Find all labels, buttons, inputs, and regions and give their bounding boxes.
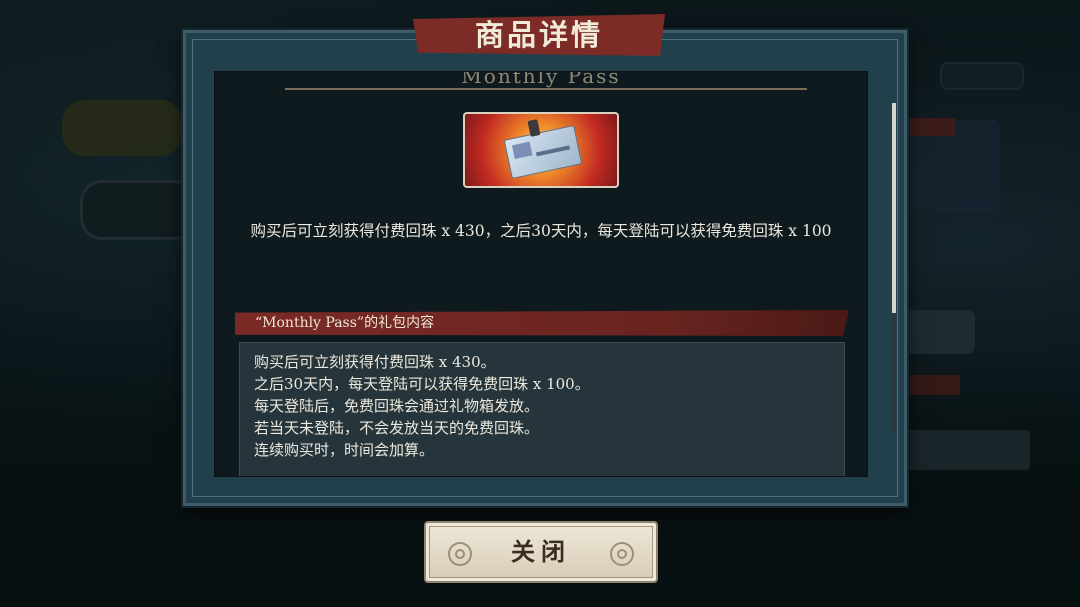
pass-clip-shape	[527, 119, 541, 137]
close-button-label: 关闭	[511, 537, 571, 566]
dialog-title: 商品详情	[474, 18, 603, 52]
detail-line: 若当天未登陆，不会发放当天的免费回珠。	[254, 419, 540, 437]
pass-card-shape	[503, 124, 583, 180]
monthly-pass-card-icon	[463, 112, 619, 188]
product-description: 购买后可立刻获得付费回珠 x 430，之后30天内，每天登陆可以获得免费回珠 x…	[250, 222, 832, 240]
divider	[285, 88, 807, 90]
dialog-content-panel[interactable]: Monthly Pass 购买后可立刻获得付费回珠 x 430，之后30天内，每…	[214, 71, 868, 477]
section-header-title: “Monthly Pass”的礼包内容	[255, 315, 435, 331]
product-detail-dialog: Monthly Pass 购买后可立刻获得付费回珠 x 430，之后30天内，每…	[183, 30, 907, 506]
product-name: Monthly Pass	[461, 71, 621, 88]
detail-line: 每天登陆后，免费回珠会通过礼物箱发放。	[254, 397, 540, 415]
scrollbar-thumb[interactable]	[892, 103, 896, 313]
package-details-box: 购买后可立刻获得付费回珠 x 430。 之后30天内，每天登陆可以获得免费回珠 …	[239, 342, 845, 476]
detail-line: 之后30天内，每天登陆可以获得免费回珠 x 100。	[254, 375, 590, 393]
detail-line: 购买后可立刻获得付费回珠 x 430。	[254, 353, 496, 371]
detail-line: 连续购买时，时间会加算。	[254, 441, 435, 459]
close-button[interactable]: 关闭	[424, 521, 658, 583]
